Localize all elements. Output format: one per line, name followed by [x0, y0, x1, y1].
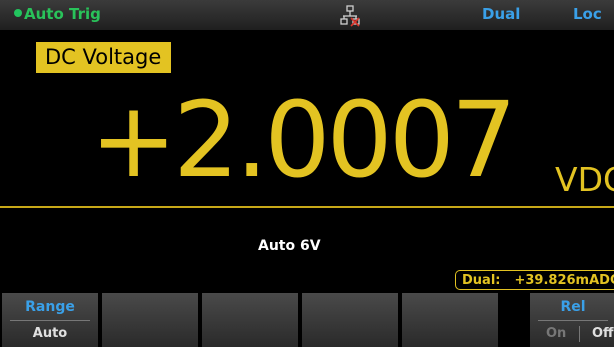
primary-reading: +2.0007 — [90, 79, 517, 201]
reading-divider — [0, 206, 614, 208]
dual-reading-label: Dual: — [462, 273, 501, 288]
reading-unit: VDC — [555, 160, 614, 199]
status-bar: Auto Trig Dual Loc — [0, 0, 614, 30]
range-status: Auto 6V — [258, 238, 321, 254]
rel-on-option[interactable]: On — [546, 326, 566, 341]
trigger-mode-label: Auto Trig — [24, 5, 101, 23]
rel-off-option[interactable]: Off — [592, 326, 614, 341]
rel-option-divider — [579, 326, 580, 342]
softkey-rel-title: Rel — [560, 299, 586, 315]
lock-status-label: Loc — [573, 5, 602, 23]
softkey-range-title: Range — [25, 299, 75, 315]
softkey-4[interactable] — [302, 293, 398, 347]
softkey-5[interactable] — [402, 293, 498, 347]
softkey-separator — [538, 320, 608, 321]
dual-secondary-reading: Dual: +39.826mADC — [455, 270, 614, 290]
softkey-range[interactable]: Range Auto — [2, 293, 98, 347]
dual-reading-value: +39.826mADC — [514, 273, 614, 288]
softkey-2[interactable] — [102, 293, 198, 347]
measurement-function-badge: DC Voltage — [36, 42, 172, 73]
network-icon — [340, 5, 360, 27]
softkey-bar: Range Auto Rel On Off — [0, 293, 614, 347]
softkey-3[interactable] — [202, 293, 298, 347]
trigger-status-icon — [14, 9, 22, 17]
softkey-separator — [10, 320, 90, 321]
softkey-rel[interactable]: Rel On Off — [530, 293, 614, 347]
meter-screen: Auto Trig Dual Loc DC Voltage +2.0007 VD… — [0, 0, 614, 347]
dual-mode-label: Dual — [482, 5, 521, 23]
softkey-range-value: Auto — [32, 326, 68, 341]
